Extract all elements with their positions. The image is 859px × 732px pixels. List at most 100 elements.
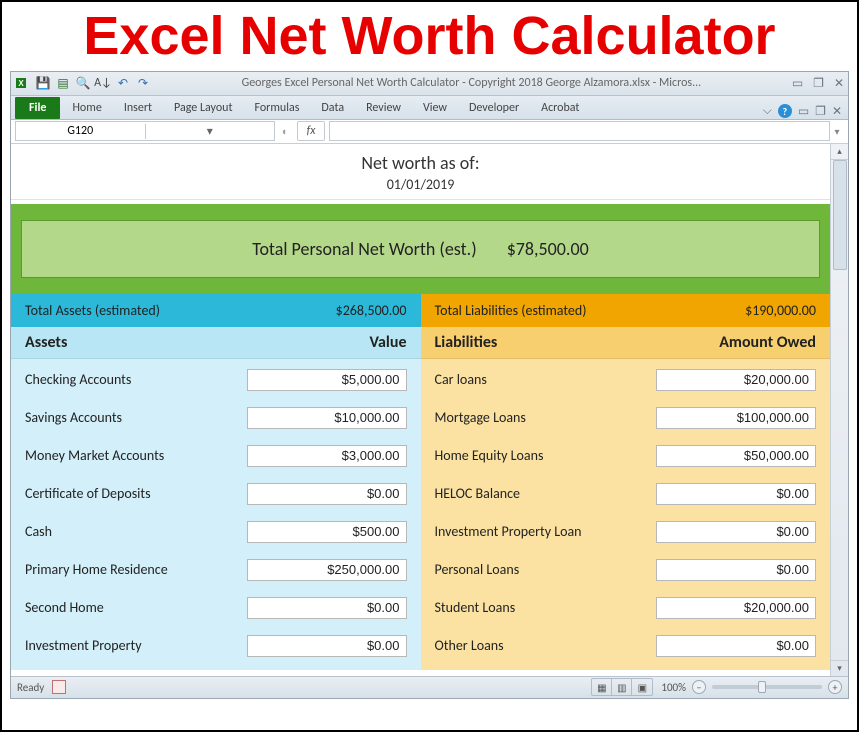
assets-total-value: $268,500.00 — [336, 302, 407, 319]
tab-view[interactable]: View — [413, 97, 457, 119]
zoom-in-button[interactable]: + — [828, 680, 842, 694]
tab-data[interactable]: Data — [311, 97, 354, 119]
liability-row-value[interactable] — [656, 407, 816, 429]
liability-row: Mortgage Loans — [435, 407, 817, 429]
name-box-dropdown-icon[interactable]: ▾ — [145, 124, 275, 139]
print-icon[interactable]: ▤ — [55, 75, 71, 91]
formula-expand-icon[interactable]: ▾ — [830, 125, 844, 138]
name-box-value: G120 — [16, 124, 145, 138]
liability-row-value[interactable] — [656, 521, 816, 543]
worksheet[interactable]: ▴ ▾ Net worth as of: 01/01/2019 Total Pe… — [11, 144, 848, 676]
normal-view-button[interactable]: ▦ — [592, 679, 612, 695]
tab-developer[interactable]: Developer — [459, 97, 529, 119]
asset-row-value[interactable] — [247, 445, 407, 467]
liability-row-value[interactable] — [656, 369, 816, 391]
view-buttons: ▦ ▥ ▣ — [591, 678, 653, 696]
asof-date: 01/01/2019 — [11, 176, 830, 193]
assets-list: Checking AccountsSavings AccountsMoney M… — [11, 359, 421, 670]
assets-col2: Value — [369, 333, 406, 352]
asset-row-value[interactable] — [247, 597, 407, 619]
asset-row-label: Primary Home Residence — [25, 561, 247, 578]
scroll-thumb[interactable] — [833, 160, 847, 270]
scroll-down-icon[interactable]: ▾ — [831, 660, 848, 676]
liability-row-value[interactable] — [656, 597, 816, 619]
formula-input[interactable] — [329, 121, 830, 141]
asset-row: Cash — [25, 521, 407, 543]
help-icon[interactable]: ? — [778, 104, 792, 118]
asset-row-label: Checking Accounts — [25, 371, 247, 388]
asset-row-value[interactable] — [247, 559, 407, 581]
tab-formulas[interactable]: Formulas — [244, 97, 309, 119]
redo-icon[interactable]: ↷ — [135, 75, 151, 91]
vertical-scrollbar[interactable]: ▴ ▾ — [830, 144, 848, 676]
liability-row-value[interactable] — [656, 559, 816, 581]
liability-row-label: Home Equity Loans — [435, 447, 657, 464]
liability-row-value[interactable] — [656, 483, 816, 505]
page-break-view-button[interactable]: ▣ — [632, 679, 652, 695]
liability-row-label: Other Loans — [435, 637, 657, 654]
liability-row-label: Car loans — [435, 371, 657, 388]
ribbon-tabs: File Home Insert Page Layout Formulas Da… — [11, 96, 848, 120]
total-net-worth-band: Total Personal Net Worth (est.) $78,500.… — [11, 204, 830, 294]
liability-row-value[interactable] — [656, 445, 816, 467]
zoom-slider[interactable] — [712, 685, 822, 689]
status-ready: Ready — [17, 681, 44, 694]
net-worth-header: Net worth as of: 01/01/2019 — [11, 144, 830, 200]
liability-row: Home Equity Loans — [435, 445, 817, 467]
workbook-restore-button[interactable]: ❐ — [815, 104, 826, 119]
minimize-button[interactable]: ▭ — [792, 76, 803, 91]
ribbon-min-chevron[interactable]: ⌵ — [763, 104, 772, 118]
liability-row-label: Student Loans — [435, 599, 657, 616]
tab-acrobat[interactable]: Acrobat — [531, 97, 589, 119]
tab-insert[interactable]: Insert — [114, 97, 162, 119]
close-button[interactable]: ✕ — [834, 76, 844, 91]
svg-text:X: X — [18, 79, 24, 88]
liabilities-list: Car loans Mortgage Loans Home Equity Loans… — [421, 359, 831, 670]
undo-icon[interactable]: ↶ — [115, 75, 131, 91]
asset-row-value[interactable] — [247, 483, 407, 505]
liability-row: Personal Loans — [435, 559, 817, 581]
name-box[interactable]: G120 ▾ — [15, 121, 275, 141]
liabilities-col1: Liabilities — [435, 333, 498, 352]
save-icon[interactable]: 💾 — [35, 75, 51, 91]
status-bar: Ready ▦ ▥ ▣ 100% − + — [11, 676, 848, 698]
tab-review[interactable]: Review — [356, 97, 411, 119]
page-title: Excel Net Worth Calculator — [2, 2, 857, 67]
asset-row-value[interactable] — [247, 635, 407, 657]
liability-row: HELOC Balance — [435, 483, 817, 505]
assets-col1: Assets — [25, 333, 67, 352]
liability-row: Investment Property Loan — [435, 521, 817, 543]
liability-row-value[interactable] — [656, 635, 816, 657]
workbook-close-button[interactable]: ✕ — [832, 104, 842, 119]
restore-button[interactable]: ❐ — [813, 76, 824, 91]
file-tab[interactable]: File — [15, 97, 60, 119]
zoom-level[interactable]: 100% — [661, 681, 686, 694]
excel-window: X 💾 ▤ 🔍 A↓ ↶ ↷ Georges Excel Personal Ne… — [10, 71, 849, 699]
fx-button[interactable]: fx — [297, 121, 325, 141]
find-icon[interactable]: 🔍 — [75, 75, 91, 91]
assets-total-label: Total Assets (estimated) — [25, 302, 160, 319]
titlebar: X 💾 ▤ 🔍 A↓ ↶ ↷ Georges Excel Personal Ne… — [11, 72, 848, 96]
sort-icon[interactable]: A↓ — [95, 75, 111, 91]
asset-row-value[interactable] — [247, 521, 407, 543]
assets-header-row: Assets Value — [11, 327, 421, 359]
scroll-up-icon[interactable]: ▴ — [831, 144, 848, 160]
formula-separator: ◖ — [275, 125, 293, 138]
liabilities-total-value: $190,000.00 — [745, 302, 816, 319]
asset-row: Investment Property — [25, 635, 407, 657]
liabilities-header-row: Liabilities Amount Owed — [421, 327, 831, 359]
liability-row: Car loans — [435, 369, 817, 391]
page-layout-view-button[interactable]: ▥ — [612, 679, 632, 695]
assets-total-row: Total Assets (estimated) $268,500.00 — [11, 294, 421, 327]
asset-row-value[interactable] — [247, 407, 407, 429]
macro-record-icon[interactable] — [52, 680, 66, 694]
asset-row-label: Second Home — [25, 599, 247, 616]
asset-row: Certificate of Deposits — [25, 483, 407, 505]
asset-row-value[interactable] — [247, 369, 407, 391]
zoom-slider-thumb[interactable] — [758, 681, 766, 693]
tab-page-layout[interactable]: Page Layout — [164, 97, 242, 119]
workbook-minimize-button[interactable]: ▭ — [798, 104, 809, 119]
asset-row-label: Savings Accounts — [25, 409, 247, 426]
zoom-out-button[interactable]: − — [692, 680, 706, 694]
tab-home[interactable]: Home — [62, 97, 111, 119]
